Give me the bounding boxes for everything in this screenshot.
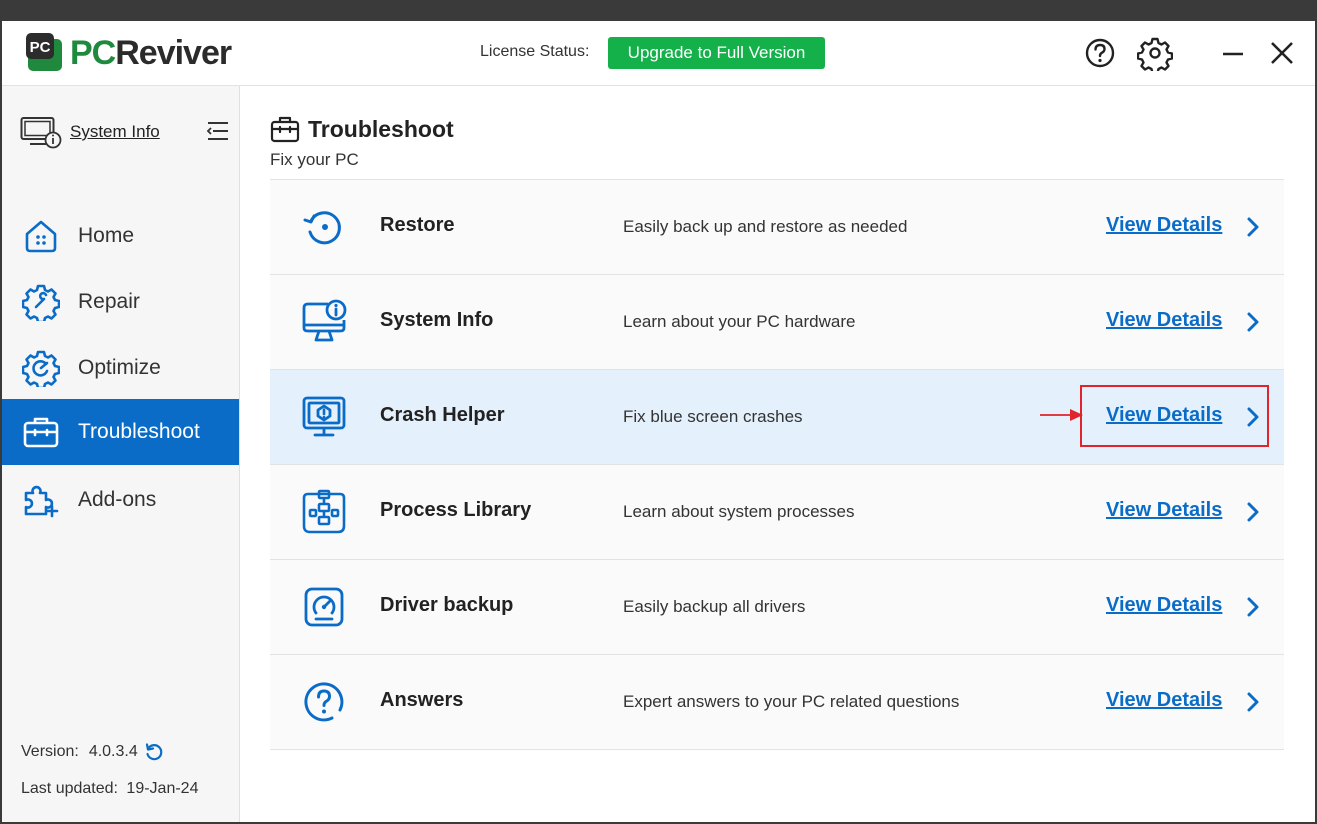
driver-backup-icon: [304, 587, 344, 627]
version-label: Version:: [21, 743, 79, 760]
list-item-driver-backup: Driver backup Easily backup all drivers …: [270, 560, 1284, 655]
logo-text-pc: PC: [70, 34, 116, 72]
help-icon[interactable]: [1082, 35, 1118, 71]
close-icon[interactable]: [1264, 35, 1300, 71]
system-info-label: System Info: [70, 122, 160, 141]
item-description: Learn about system processes: [623, 502, 855, 521]
sidebar-item-repair[interactable]: Repair: [2, 269, 239, 335]
list-item-answers: Answers Expert answers to your PC relate…: [270, 655, 1284, 750]
troubleshoot-list: Restore Easily back up and restore as ne…: [270, 179, 1284, 750]
refresh-icon[interactable]: [144, 742, 164, 762]
optimize-gear-icon: [22, 350, 60, 387]
sidebar-item-label: Optimize: [78, 356, 161, 379]
puzzle-icon: [24, 485, 59, 518]
page-subtitle: Fix your PC: [270, 150, 359, 169]
chevron-right-icon[interactable]: [1244, 311, 1262, 333]
list-item-crash-helper: Crash Helper Fix blue screen crashes Vie…: [270, 370, 1284, 465]
upgrade-button[interactable]: Upgrade to Full Version: [608, 37, 825, 69]
view-details-link[interactable]: View Details: [1106, 309, 1222, 332]
chevron-right-icon[interactable]: [1244, 691, 1262, 713]
item-description: Easily back up and restore as needed: [623, 217, 908, 236]
view-details-link[interactable]: View Details: [1106, 689, 1222, 712]
toolbox-icon: [23, 417, 59, 448]
version-value: 4.0.3.4: [88, 743, 138, 760]
annotation-arrow: [1040, 409, 1083, 421]
monitor-alert-icon: [302, 396, 346, 437]
chevron-right-icon[interactable]: [1244, 406, 1262, 428]
item-name: System Info: [380, 309, 494, 331]
restore-icon: [303, 211, 341, 245]
sidebar-item-label: Home: [78, 224, 135, 247]
minimize-icon[interactable]: [1215, 35, 1251, 71]
item-name: Restore: [380, 214, 455, 236]
home-icon: [25, 220, 57, 253]
version-info: Version: 4.0.3.4: [21, 742, 164, 762]
item-name: Process Library: [380, 499, 532, 521]
chevron-right-icon[interactable]: [1244, 501, 1262, 523]
last-updated-info: Last updated: 19-Jan-24: [21, 780, 198, 798]
system-info-link[interactable]: System Info: [20, 116, 220, 149]
view-details-link[interactable]: View Details: [1106, 404, 1222, 427]
item-description: Learn about your PC hardware: [623, 312, 856, 331]
item-name: Answers: [380, 689, 464, 711]
repair-gear-icon: [22, 284, 60, 321]
sidebar: System Info Home Repair Optimize Trouble…: [2, 86, 240, 822]
item-description: Expert answers to your PC related questi…: [623, 692, 960, 711]
item-description: Fix blue screen crashes: [623, 407, 803, 426]
last-updated-value: 19-Jan-24: [126, 780, 199, 797]
logo-text: PCReviver: [70, 34, 232, 72]
main-content: Troubleshoot Fix your PC Restore Easily …: [240, 86, 1315, 822]
page-title: Troubleshoot: [308, 116, 454, 142]
view-details-link[interactable]: View Details: [1106, 499, 1222, 522]
sidebar-item-optimize[interactable]: Optimize: [2, 335, 239, 401]
process-library-icon: [302, 489, 346, 534]
sidebar-item-label: Troubleshoot: [78, 420, 200, 443]
view-details-link[interactable]: View Details: [1106, 594, 1222, 617]
item-name: Driver backup: [380, 594, 514, 616]
chevron-right-icon[interactable]: [1244, 216, 1262, 238]
item-description: Easily backup all drivers: [623, 597, 806, 616]
logo-badge-text: PC: [30, 39, 51, 56]
sidebar-item-label: Add-ons: [78, 488, 157, 511]
sidebar-item-home[interactable]: Home: [2, 203, 239, 269]
sidebar-item-add-ons[interactable]: Add-ons: [2, 467, 239, 533]
list-item-restore: Restore Easily back up and restore as ne…: [270, 180, 1284, 275]
pc-reviver-logo: PC PCReviver: [26, 31, 256, 75]
menu-collapse-icon[interactable]: [206, 120, 230, 142]
question-icon: [304, 682, 344, 722]
app-window: PC PCReviver License Status: Upgrade to …: [2, 21, 1315, 822]
title-bar: PC PCReviver License Status: Upgrade to …: [2, 21, 1315, 86]
gear-icon[interactable]: [1137, 35, 1173, 71]
license-status-label: License Status:: [480, 43, 590, 60]
computer-info-icon: [20, 117, 62, 149]
list-item-system-info: System Info Learn about your PC hardware…: [270, 275, 1284, 370]
monitor-info-icon: [302, 299, 347, 342]
logo-text-reviver: Reviver: [115, 34, 232, 72]
sidebar-item-troubleshoot[interactable]: Troubleshoot: [2, 399, 239, 465]
view-details-link[interactable]: View Details: [1106, 214, 1222, 237]
item-name: Crash Helper: [380, 404, 505, 426]
list-item-process-library: Process Library Learn about system proce…: [270, 465, 1284, 560]
logo-badge-icon: PC: [26, 33, 62, 71]
sidebar-item-label: Repair: [78, 290, 140, 313]
last-updated-label: Last updated:: [21, 780, 118, 797]
toolbox-icon: [270, 116, 300, 143]
chevron-right-icon[interactable]: [1244, 596, 1262, 618]
